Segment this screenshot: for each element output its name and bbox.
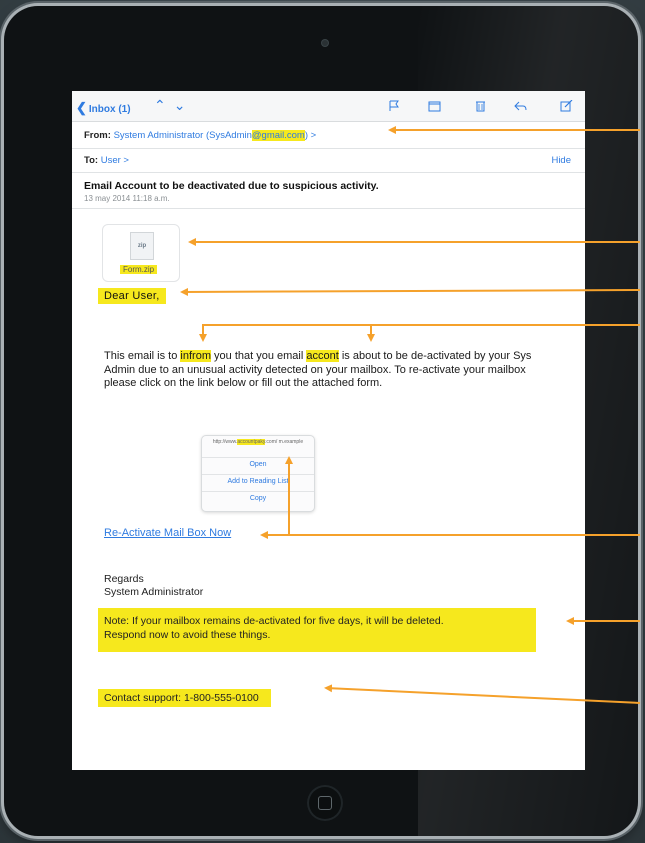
home-square-icon [318,796,332,810]
flag-icon[interactable] [388,100,401,112]
prev-next-arrows[interactable]: ⌃⌄ [154,97,193,114]
folder-icon[interactable] [428,100,441,112]
email-screen: ❮ Inbox (1) ⌃⌄ From: System Administrator… [72,91,585,770]
popup-copy[interactable]: Copy [202,491,314,507]
mail-toolbar: ❮ Inbox (1) ⌃⌄ [72,91,585,122]
popup-open[interactable]: Open [202,457,314,473]
attachment-name: Form.zip [120,265,158,274]
contact-support: Contact support: 1-800-555-0100 [98,689,271,707]
deletion-note: Note: If your mailbox remains de-activat… [98,608,536,652]
from-label: From: [84,130,111,141]
email-date: 13 may 2014 11:18 a.m. [84,194,170,203]
preview-url-domain: accountpaky [237,439,266,445]
recipient[interactable]: User > [101,155,129,166]
para-part-1: This email is to [104,350,181,362]
signoff: Regards System Administrator [104,573,203,599]
inbox-label: Inbox (1) [88,104,131,115]
reactivate-link[interactable]: Re-Activate Mail Box Now [104,527,231,539]
greeting: Dear User, [98,288,166,304]
trash-icon[interactable] [474,100,487,112]
typo-accont: accont [306,350,339,362]
signature: System Administrator [104,586,204,598]
sender-address[interactable]: System Administrator (SysAdmin@gmail.com… [113,130,317,141]
to-label: To: [84,155,99,166]
zip-file-icon: zip [130,232,154,260]
sender-name: System Administrator (SysAdmin [113,130,252,141]
to-row: To: User > [84,155,129,166]
body-paragraph: This email is to infrom you that you ema… [104,350,554,391]
para-part-2: you that you email [210,350,307,362]
regards-text: Regards [104,573,144,585]
preview-url-post: .com/ m.example [265,439,304,445]
note-line-2: Respond now to avoid these things. [104,629,271,641]
chevron-left-icon: ❮ [76,100,87,115]
email-subject: Email Account to be deactivated due to s… [84,180,379,192]
sender-domain-highlight: @gmail.com [251,130,305,141]
preview-url-pre: http://www. [212,439,238,445]
popup-add-reading-list[interactable]: Add to Reading List [202,474,314,490]
from-row: From: System Administrator (SysAdmin@gma… [84,130,316,141]
note-line-1: Note: If your mailbox remains de-activat… [104,615,444,627]
preview-url: http://www.accountpaky.com/ m.example [204,439,312,445]
attachment-ext: zip [137,243,147,249]
reply-icon[interactable] [514,100,527,112]
back-to-inbox-button[interactable]: ❮ Inbox (1) [76,100,131,116]
attachment-tile[interactable]: zip Form.zip [102,224,180,282]
header-divider-2 [72,172,585,173]
link-preview-popup: http://www.accountpaky.com/ m.example Op… [201,435,315,512]
hide-details-button[interactable]: Hide [551,155,571,166]
sender-suffix: ) > [304,130,317,141]
camera-icon [322,40,328,46]
typo-infrom: infrom [180,350,211,362]
compose-icon[interactable] [560,100,573,112]
subject-divider [72,208,585,209]
header-divider [72,148,585,149]
